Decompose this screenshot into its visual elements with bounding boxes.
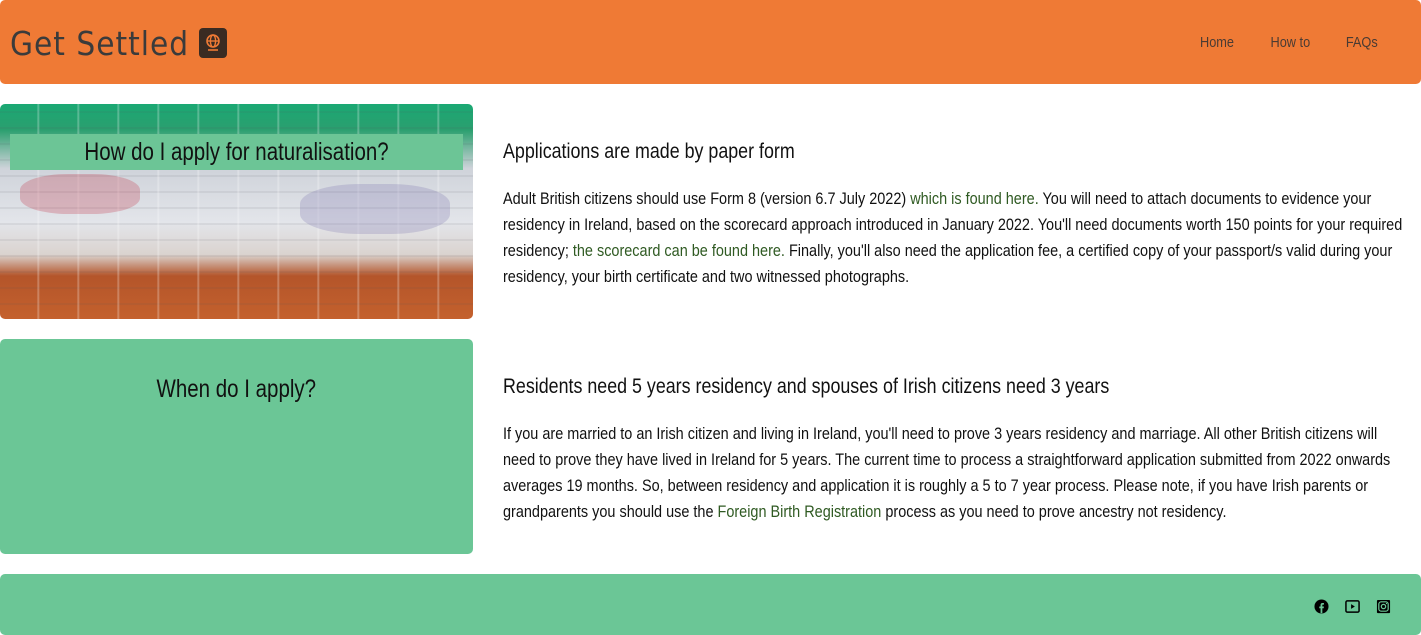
section-paper-form: Applications are made by paper form Adul… [503,140,1413,290]
body-text: process as you need to prove ancestry no… [881,502,1227,521]
section-residency: Residents need 5 years residency and spo… [503,375,1413,525]
card-title: How do I apply for naturalisation? [84,137,389,166]
section-heading: Residents need 5 years residency and spo… [503,375,1110,398]
card-title: When do I apply? [156,374,317,403]
site-footer [0,574,1421,635]
nav-faqs[interactable]: FAQs [1346,34,1378,51]
site-header: Get Settled Home How to FAQs [0,0,1421,84]
paint-blot [20,174,140,214]
paint-blot [300,184,450,234]
form-8-link[interactable]: which is found here. [910,189,1039,208]
body-text: Adult British citizens should use Form 8… [503,189,911,208]
section-body: Adult British citizens should use Form 8… [503,186,1413,290]
main-nav: Home How to FAQs [1197,34,1381,51]
naturalisation-image-card: How do I apply for naturalisation? [0,104,473,319]
nav-how-to[interactable]: How to [1270,34,1310,51]
foreign-birth-registration-link[interactable]: Foreign Birth Registration [717,502,881,521]
youtube-icon[interactable] [1345,599,1360,614]
instagram-icon[interactable] [1376,599,1391,614]
card-title-wrap: When do I apply? [0,372,473,406]
section-body: If you are married to an Irish citizen a… [503,421,1413,525]
when-to-apply-card: When do I apply? [0,339,473,554]
passport-icon [199,28,228,58]
section-heading: Applications are made by paper form [503,140,795,163]
nav-home[interactable]: Home [1200,34,1234,51]
brand-title: Get Settled [10,23,190,63]
social-links [1314,599,1391,614]
scorecard-link[interactable]: the scorecard can be found here. [573,241,785,260]
facebook-icon[interactable] [1314,599,1329,614]
brand[interactable]: Get Settled [10,20,228,66]
image-caption-bar: How do I apply for naturalisation? [10,134,463,170]
